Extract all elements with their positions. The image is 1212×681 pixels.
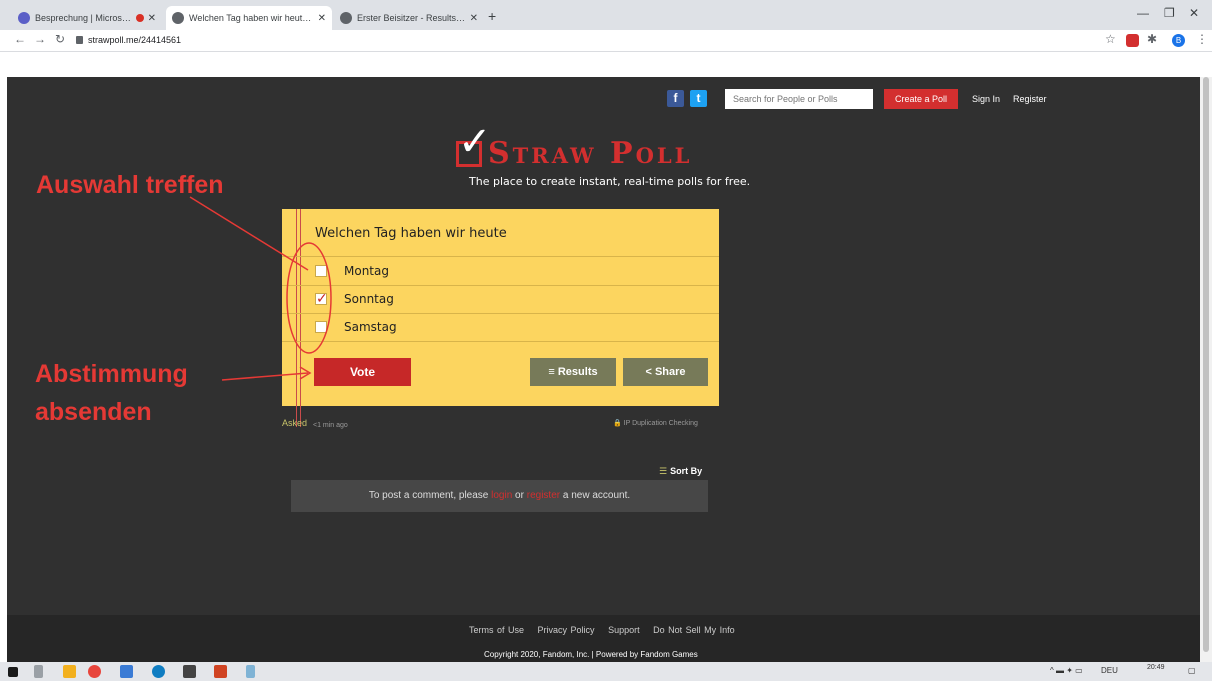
minimize-button[interactable]: —: [1137, 6, 1149, 20]
footer-link-terms[interactable]: Terms of Use: [469, 625, 524, 635]
comment-text: To post a comment, please: [368, 490, 492, 501]
scrollbar[interactable]: [1200, 77, 1212, 662]
login-link[interactable]: login: [491, 490, 512, 501]
chrome-icon[interactable]: [88, 665, 101, 678]
globe-icon: [340, 12, 352, 24]
reload-icon[interactable]: ↻: [55, 32, 65, 46]
outlook-icon[interactable]: [120, 665, 133, 678]
star-icon[interactable]: ☆: [1105, 32, 1116, 46]
tagline: The place to create instant, real-time p…: [469, 175, 751, 188]
recording-icon: [135, 14, 144, 22]
register-comment-link[interactable]: register: [527, 490, 560, 501]
scrollbar-thumb[interactable]: [1203, 77, 1209, 652]
file-explorer-icon[interactable]: [63, 665, 76, 678]
create-poll-button[interactable]: Create a Poll: [884, 89, 958, 109]
facebook-icon[interactable]: f: [667, 90, 684, 107]
vote-button[interactable]: Vote: [314, 358, 411, 386]
task-view-icon[interactable]: [34, 665, 43, 678]
tab-title: Welchen Tag haben wir heute - S: [189, 13, 314, 23]
results-button[interactable]: ≡ Results: [530, 358, 616, 386]
ip-duplication-note: 🔒 IP Duplication Checking: [613, 420, 698, 427]
forward-icon[interactable]: →: [34, 32, 46, 46]
poll-question: Welchen Tag haben wir heute: [315, 226, 507, 241]
notification-icon[interactable]: ▢: [1188, 666, 1196, 675]
windows-taskbar: ^ ▬ ✦ ▭ DEU 20:49 ▢: [0, 662, 1212, 681]
puzzle-icon[interactable]: ✱: [1147, 32, 1157, 46]
tab-teams[interactable]: Besprechung | Microsoft Tea ✕: [12, 6, 162, 30]
asked-time: <1 min ago: [313, 422, 348, 429]
option-label[interactable]: Montag: [344, 264, 389, 278]
teams-icon: [18, 12, 30, 24]
lock-icon: [76, 36, 83, 44]
paint-icon[interactable]: [246, 665, 255, 678]
maximize-button[interactable]: ❐: [1164, 6, 1175, 20]
clock[interactable]: 20:49: [1147, 664, 1165, 671]
bookmarks-area: [0, 53, 1212, 77]
back-icon[interactable]: ←: [14, 32, 26, 46]
register-link[interactable]: Register: [1013, 94, 1047, 104]
asked-label: Asked: [282, 418, 308, 428]
card-margin-line: [300, 209, 301, 427]
checkmark-icon: ✓: [316, 290, 328, 306]
powerpoint-icon[interactable]: [214, 665, 227, 678]
comment-text: a new account.: [560, 490, 631, 501]
sort-by-button[interactable]: ☰ Sort By: [659, 466, 702, 477]
comment-text: or: [512, 490, 527, 501]
divider: [282, 341, 719, 342]
annotation-submit-line2: absenden: [35, 398, 152, 426]
profile-avatar[interactable]: B: [1172, 34, 1185, 47]
sort-by-label: Sort By: [670, 466, 703, 476]
new-tab-button[interactable]: +: [488, 8, 496, 24]
sort-icon: ☰: [659, 466, 668, 476]
address-bar: ← → ↻ strawpoll.me/24414561 ☆ ✱ B ⋮: [0, 30, 1212, 52]
footer-link-privacy[interactable]: Privacy Policy: [538, 625, 595, 635]
globe-icon: [172, 12, 184, 24]
divider: [282, 313, 719, 314]
tab-title: Besprechung | Microsoft Tea: [35, 13, 132, 23]
windows-start-icon[interactable]: [8, 667, 18, 677]
search-input[interactable]: [725, 89, 873, 109]
binoculars-icon[interactable]: [183, 665, 196, 678]
tab-title: Erster Beisitzer - Results - Straw P: [357, 13, 466, 23]
footer-link-do-not-sell[interactable]: Do Not Sell My Info: [653, 625, 735, 635]
divider: [282, 256, 719, 257]
option-checkbox-samstag[interactable]: [315, 321, 327, 333]
annotation-select: Auswahl treffen: [36, 171, 224, 199]
option-label[interactable]: Samstag: [344, 320, 397, 334]
close-icon[interactable]: ✕: [318, 13, 326, 24]
footer-links: Terms of Use Privacy Policy Support Do N…: [469, 625, 745, 635]
tab-results[interactable]: Erster Beisitzer - Results - Straw P ✕: [334, 6, 484, 30]
menu-icon[interactable]: ⋮: [1196, 32, 1208, 46]
close-window-button[interactable]: ✕: [1189, 6, 1199, 20]
comment-prompt: To post a comment, please login or regis…: [291, 480, 708, 512]
share-button[interactable]: < Share: [623, 358, 708, 386]
sign-in-link[interactable]: Sign In: [972, 94, 1000, 104]
option-checkbox-montag[interactable]: [315, 265, 327, 277]
annotation-submit-line1: Abstimmung: [35, 360, 188, 388]
browser-tab-bar: Besprechung | Microsoft Tea ✕ Welchen Ta…: [0, 0, 1212, 30]
tray-icons[interactable]: ^ ▬ ✦ ▭: [1050, 666, 1083, 675]
close-icon[interactable]: ✕: [470, 13, 478, 24]
site-logo[interactable]: Straw Poll: [488, 136, 692, 171]
card-margin-line: [296, 209, 297, 427]
divider: [282, 285, 719, 286]
tab-strawpoll-active[interactable]: Welchen Tag haben wir heute - S ✕: [166, 6, 332, 30]
edge-icon[interactable]: [152, 665, 165, 678]
url-field[interactable]: strawpoll.me/24414561: [88, 35, 181, 45]
language-indicator[interactable]: DEU: [1101, 666, 1118, 675]
option-label[interactable]: Sonntag: [344, 292, 394, 306]
logo-check-icon: ✓: [458, 120, 492, 164]
twitter-icon[interactable]: t: [690, 90, 707, 107]
copyright: Copyright 2020, Fandom, Inc. | Powered b…: [484, 650, 698, 659]
extension-icon[interactable]: [1126, 34, 1139, 47]
close-icon[interactable]: ✕: [148, 13, 156, 24]
footer-link-support[interactable]: Support: [608, 625, 640, 635]
